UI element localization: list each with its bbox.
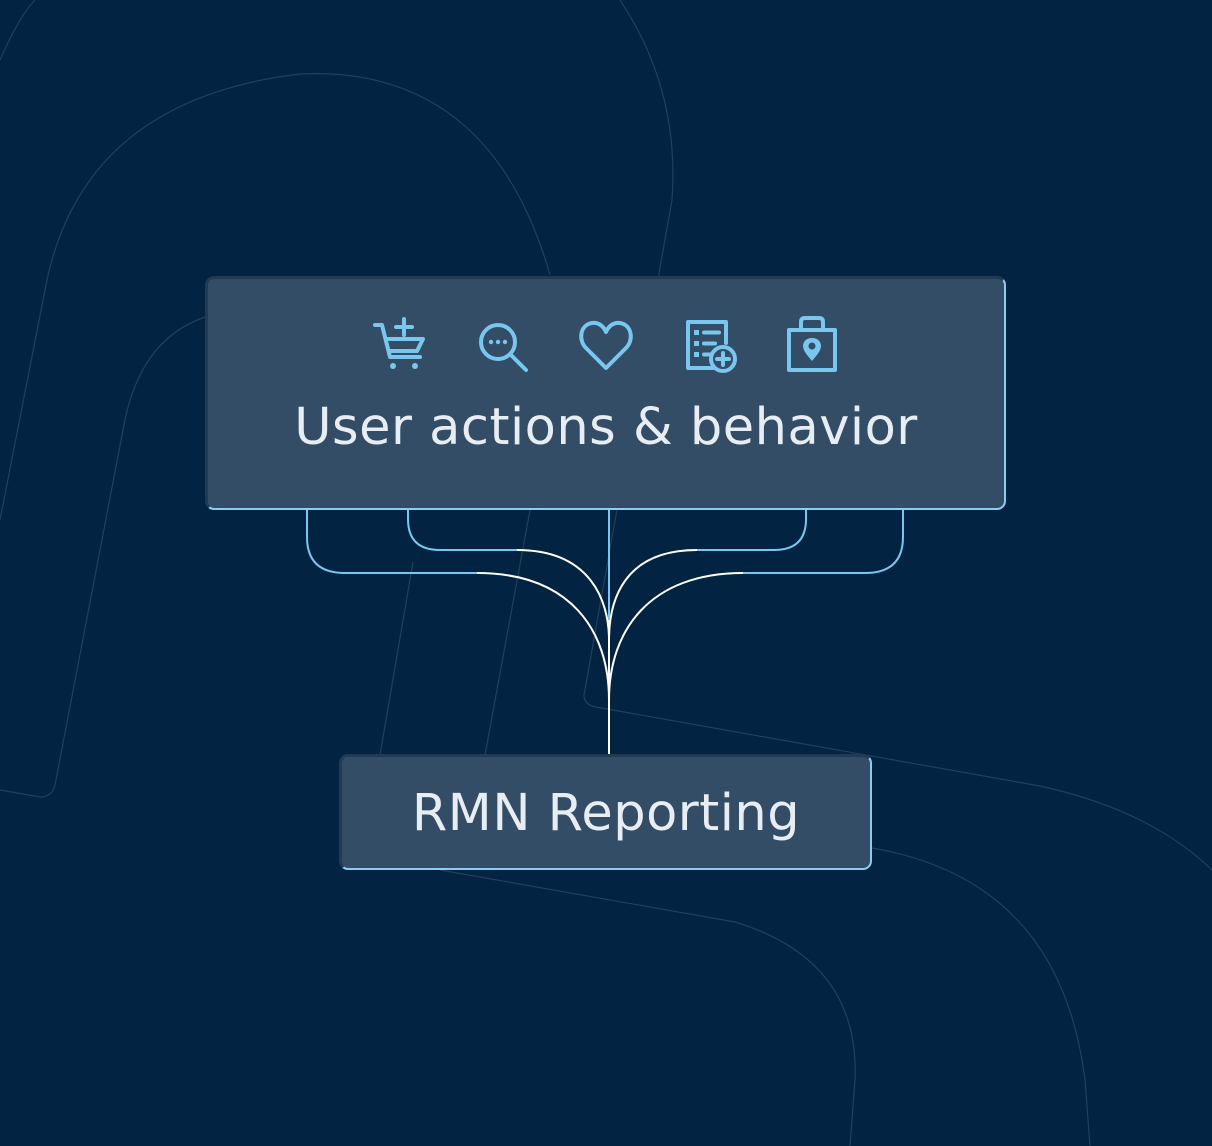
connector-lines — [306, 510, 904, 755]
source-title: User actions & behavior — [294, 398, 918, 457]
action-icon-row — [208, 313, 1004, 377]
user-actions-box: User actions & behavior — [205, 276, 1006, 510]
add-to-cart-icon — [370, 313, 430, 377]
rmn-reporting-box: RMN Reporting — [339, 754, 872, 870]
search-icon — [473, 313, 533, 377]
heart-icon — [576, 313, 636, 377]
target-title: RMN Reporting — [411, 784, 801, 843]
shopping-bag-location-icon — [782, 313, 842, 377]
add-to-list-icon — [679, 313, 739, 377]
